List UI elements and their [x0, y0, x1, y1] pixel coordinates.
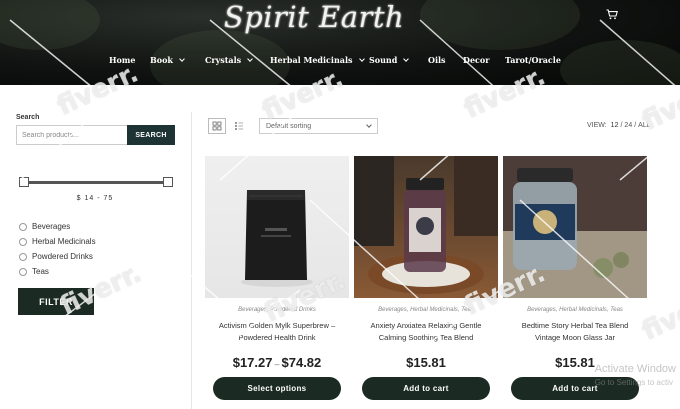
product-categories: Beverages, Powdered Drinks	[238, 307, 316, 313]
product-photo-moon-jar	[503, 156, 647, 298]
product-title[interactable]: Activism Golden Mylk Superbrew – Powdere…	[211, 320, 343, 344]
grid-view-button[interactable]	[208, 118, 226, 134]
nav-item-decor[interactable]: Decor	[463, 55, 489, 65]
radio-icon[interactable]	[19, 267, 27, 276]
nav-item-herbal-medicinals[interactable]: Herbal Medicinals	[270, 55, 365, 65]
chevron-down-icon	[366, 122, 372, 128]
main-nav: Home Book Crystals Herbal Medicinals Sou…	[0, 55, 680, 69]
per-page-selector: VIEW: 12/24/ALL	[587, 122, 651, 129]
nav-item-oils[interactable]: Oils	[428, 55, 446, 65]
product-image[interactable]	[354, 156, 498, 298]
site-logo[interactable]: Spirit Earth	[0, 0, 628, 34]
product-image[interactable]	[503, 156, 647, 298]
search-button[interactable]: SEARCH	[127, 125, 175, 145]
per-page-all[interactable]: ALL	[638, 122, 650, 129]
list-icon	[235, 122, 243, 130]
activate-windows-watermark: Activate Window Go to Settings to activ	[594, 363, 676, 387]
category-filter-list: Beverages Herbal Medicinals Powdered Dri…	[19, 219, 96, 279]
price-slider-track[interactable]	[23, 181, 168, 184]
sort-select[interactable]: Default sorting	[259, 118, 378, 134]
search-input[interactable]	[16, 125, 128, 145]
grid-icon	[212, 121, 222, 131]
product-image[interactable]	[205, 156, 349, 298]
per-page-24[interactable]: 24	[624, 122, 632, 129]
chevron-down-icon	[358, 55, 365, 62]
product-price: $17.27– $74.82	[232, 355, 322, 370]
radio-icon[interactable]	[19, 237, 27, 246]
select-options-button[interactable]: Select options	[213, 377, 341, 400]
price-slider-min-handle[interactable]	[19, 177, 29, 187]
search-title: Search	[16, 114, 40, 121]
chevron-down-icon	[179, 55, 185, 62]
nav-item-book[interactable]: Book	[150, 55, 185, 65]
add-to-cart-button[interactable]: Add to cart	[362, 377, 490, 400]
product-photo-pouch	[241, 190, 313, 287]
product-title[interactable]: Bedtime Story Herbal Tea Blend Vintage M…	[509, 320, 641, 344]
price-slider-max-handle[interactable]	[163, 177, 173, 187]
nav-item-tarot-oracle[interactable]: Tarot/Oracle	[505, 55, 561, 65]
category-option-herbal-medicinals[interactable]: Herbal Medicinals	[19, 234, 96, 249]
chevron-down-icon	[403, 55, 410, 62]
nav-item-home[interactable]: Home	[109, 55, 135, 65]
category-option-beverages[interactable]: Beverages	[19, 219, 96, 234]
nav-item-sound[interactable]: Sound	[369, 55, 410, 65]
per-page-12[interactable]: 12	[611, 122, 619, 129]
nav-item-crystals[interactable]: Crystals	[205, 55, 253, 65]
product-categories: Beverages, Herbal Medicinals, Teas	[378, 307, 474, 313]
product-card: Beverages, Powdered Drinks Activism Gold…	[205, 156, 349, 409]
category-option-powdered-drinks[interactable]: Powdered Drinks	[19, 249, 96, 264]
category-option-teas[interactable]: Teas	[19, 264, 96, 279]
product-categories: Beverages, Herbal Medicinals, Teas	[527, 307, 623, 313]
chevron-down-icon	[247, 55, 253, 62]
product-photo-jar	[354, 156, 498, 294]
sidebar-divider	[191, 112, 192, 409]
price-range-text: $ 14 - 75	[76, 195, 114, 202]
product-price: $15.81	[406, 355, 446, 370]
radio-icon[interactable]	[19, 222, 27, 231]
product-card: Beverages, Herbal Medicinals, Teas Anxie…	[354, 156, 498, 409]
filter-button[interactable]: FILTER	[18, 288, 94, 315]
site-header: Spirit Earth Home Book Crystals Herbal M…	[0, 0, 680, 85]
list-view-button[interactable]	[230, 118, 248, 134]
product-title[interactable]: Anxiety Anxiatea Relaxing Gentle Calming…	[360, 320, 492, 344]
cart-icon[interactable]	[606, 9, 618, 20]
radio-icon[interactable]	[19, 252, 27, 261]
